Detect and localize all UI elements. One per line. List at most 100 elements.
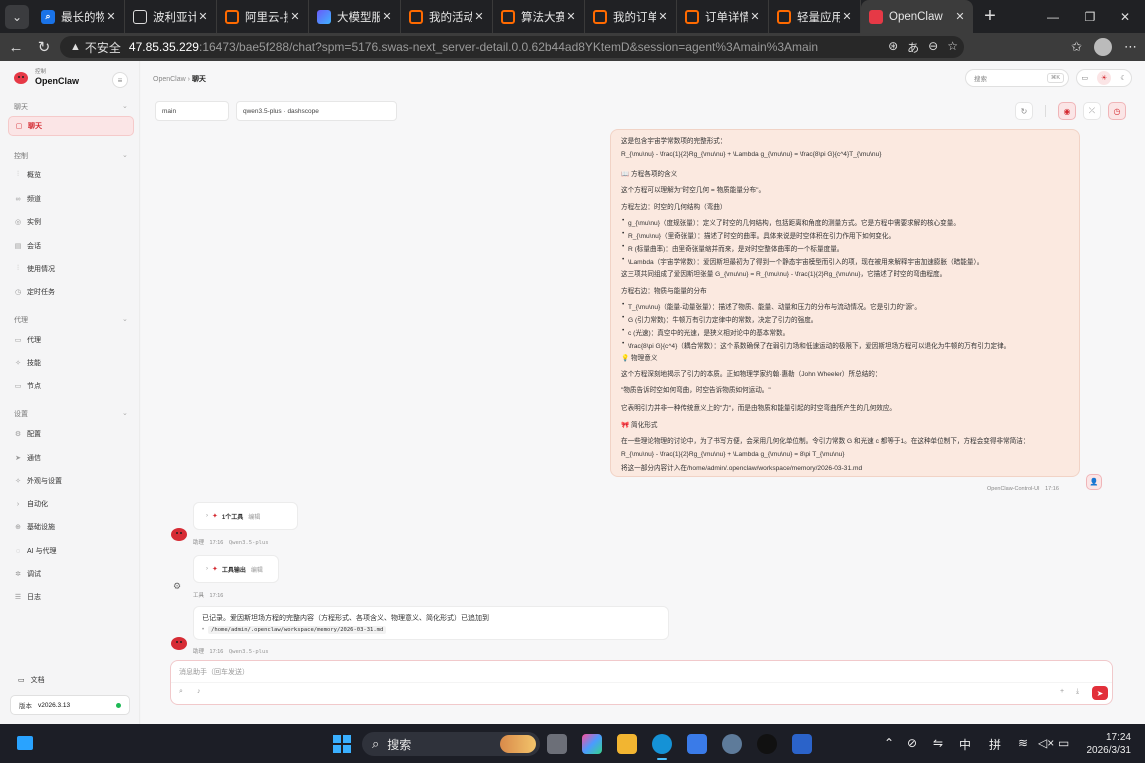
download-icon[interactable]: ⤓: [1076, 688, 1079, 696]
office-icon[interactable]: [582, 734, 602, 754]
wifi-icon[interactable]: ≋: [1018, 736, 1028, 750]
sidebar-item[interactable]: ☰ 日志: [14, 589, 134, 605]
monitor-icon[interactable]: ▭: [1082, 74, 1089, 82]
sidebar-item[interactable]: ▤ 会话: [14, 238, 134, 254]
sidebar-item[interactable]: ◷ 定时任务: [14, 284, 134, 300]
file-explorer-icon[interactable]: [617, 734, 637, 754]
tab-close-icon[interactable]: ✕: [564, 10, 578, 23]
sidebar-item[interactable]: ∞ 频道: [14, 191, 134, 207]
tab-close-icon[interactable]: ✕: [748, 10, 762, 23]
tab-search-chevron-icon[interactable]: ⌄: [5, 4, 29, 29]
task-view-icon[interactable]: [547, 734, 567, 754]
chevron-down-icon[interactable]: ⌄: [122, 151, 128, 159]
message-composer[interactable]: 消息助手（回车发送） ⌕ ♪ + ⤓ ➤: [170, 660, 1113, 705]
mic-icon[interactable]: ♪: [197, 688, 201, 695]
browser-tab[interactable]: OpenClaw ✕: [861, 0, 973, 33]
translate-icon[interactable]: あ: [907, 39, 919, 56]
start-icon[interactable]: [333, 735, 351, 753]
sidebar-item[interactable]: ➤ 通信: [14, 450, 134, 466]
browser-tab[interactable]: ⌕ 最长的物理✕: [33, 0, 125, 33]
section-label[interactable]: 代理: [14, 315, 28, 325]
chevron-down-icon[interactable]: ⌄: [122, 409, 128, 417]
extension-icon[interactable]: ⊛: [888, 39, 898, 56]
tool-edit-link[interactable]: 编辑: [248, 512, 260, 521]
taskbar-search[interactable]: ⌕ 搜索: [362, 732, 540, 756]
collapse-icon[interactable]: ⤫: [1083, 102, 1101, 120]
sidebar-item[interactable]: ◌ AI 与代理: [14, 543, 134, 559]
sidebar-item[interactable]: ✲ 调试: [14, 566, 134, 582]
history-icon[interactable]: ◷: [1108, 102, 1126, 120]
sidebar-item[interactable]: ▢ 聊天: [8, 116, 134, 136]
sidebar-item[interactable]: ⫶ 概览: [14, 167, 134, 183]
tab-close-icon[interactable]: ✕: [472, 10, 486, 23]
more-menu-icon[interactable]: ⋯: [1124, 39, 1137, 55]
sidebar-item[interactable]: ⫶ 使用情况: [14, 261, 134, 277]
word-icon[interactable]: [792, 734, 812, 754]
sidebar-item[interactable]: ⊕ 基础设施: [14, 519, 134, 535]
new-tab-button[interactable]: +: [979, 5, 1001, 28]
session-select[interactable]: main: [155, 101, 229, 121]
zoom-icon[interactable]: ⊖: [928, 39, 938, 56]
close-window-icon[interactable]: ✕: [1102, 0, 1145, 33]
reload-icon[interactable]: ↻: [30, 38, 58, 56]
volume-icon[interactable]: ◁×: [1038, 736, 1054, 750]
browser-tab[interactable]: 阿里云-搜索✕: [217, 0, 309, 33]
menu-icon[interactable]: ≡: [112, 72, 128, 88]
battery-icon[interactable]: ▭: [1058, 736, 1069, 750]
network-off-icon[interactable]: ⊘: [907, 736, 917, 750]
search-input[interactable]: 搜索 ⌘K: [965, 69, 1069, 87]
tab-close-icon[interactable]: ✕: [656, 10, 670, 23]
browser-tab[interactable]: 我的订单 -✕: [585, 0, 677, 33]
browser-tab[interactable]: 我的活动 ✕: [401, 0, 493, 33]
store-icon[interactable]: [687, 734, 707, 754]
settings-icon[interactable]: [722, 734, 742, 754]
favorites-icon[interactable]: ✩: [1071, 39, 1082, 55]
sidebar-item[interactable]: ✧ 外观与设置: [14, 473, 134, 489]
bookmark-star-icon[interactable]: ☆: [947, 39, 958, 56]
tray-settings-icon[interactable]: ⇋: [933, 736, 943, 750]
send-icon[interactable]: ➤: [1092, 686, 1108, 700]
tray-chevron-up-icon[interactable]: ⌃: [884, 736, 894, 750]
tab-close-icon[interactable]: ✕: [196, 10, 210, 23]
sidebar-item[interactable]: ▭ 节点: [14, 378, 134, 394]
chevron-down-icon[interactable]: ⌄: [122, 315, 128, 323]
chevron-down-icon[interactable]: ⌄: [122, 102, 128, 110]
sidebar-item[interactable]: › 自动化: [14, 496, 134, 512]
ime-pinyin[interactable]: 拼: [989, 736, 1001, 753]
tab-close-icon[interactable]: ✕: [104, 10, 118, 23]
tab-close-icon[interactable]: ✕: [288, 10, 302, 23]
tool-output-edit-link[interactable]: 编辑: [251, 565, 263, 574]
browser-tab[interactable]: 波利亚计数✕: [125, 0, 217, 33]
section-label[interactable]: 设置: [14, 409, 28, 419]
browser-tab[interactable]: 订单详情（✕: [677, 0, 769, 33]
browser-tab[interactable]: 大模型服务✕: [309, 0, 401, 33]
attach-icon[interactable]: ⌕: [179, 688, 183, 696]
sidebar-item[interactable]: ◎ 实例: [14, 214, 134, 230]
widgets-icon[interactable]: [17, 736, 33, 750]
tab-close-icon[interactable]: ✕: [840, 10, 854, 23]
sidebar-item[interactable]: ▭ 代理: [14, 332, 134, 348]
clock[interactable]: 17:24 2026/3/31: [1083, 731, 1132, 757]
sun-icon[interactable]: ☀: [1097, 71, 1112, 85]
tab-close-icon[interactable]: ✕: [380, 10, 394, 23]
qq-icon[interactable]: [757, 734, 777, 754]
back-arrow-icon[interactable]: ←: [2, 39, 30, 56]
edge-browser-icon[interactable]: [652, 734, 672, 760]
ime-mode[interactable]: 中: [959, 736, 971, 753]
breadcrumb-parent[interactable]: OpenClaw: [153, 76, 186, 83]
browser-tab[interactable]: 轻量应用服✕: [769, 0, 861, 33]
refresh-icon[interactable]: ↻: [1015, 102, 1033, 120]
sidebar-item[interactable]: ⚙ 配置: [14, 426, 134, 442]
section-label[interactable]: 控制: [14, 151, 28, 161]
section-label[interactable]: 聊天: [14, 102, 28, 112]
moon-icon[interactable]: ☾: [1120, 74, 1126, 82]
tool-output-card[interactable]: › ✦ 工具输出 编辑: [193, 555, 279, 583]
tool-call-card[interactable]: › ✦ 1个工具 编辑: [193, 502, 298, 530]
model-select[interactable]: qwen3.5-plus · dashscope: [236, 101, 397, 121]
url-field[interactable]: ▲ 不安全 47.85.35.229 :16473/bae5f288/chat?…: [60, 36, 964, 58]
tab-close-icon[interactable]: ✕: [953, 10, 967, 23]
docs-link[interactable]: ▭ 文档: [18, 675, 45, 685]
sidebar-item[interactable]: ✧ 技能: [14, 355, 134, 371]
profile-avatar[interactable]: [1094, 38, 1112, 56]
add-icon[interactable]: +: [1060, 688, 1064, 695]
